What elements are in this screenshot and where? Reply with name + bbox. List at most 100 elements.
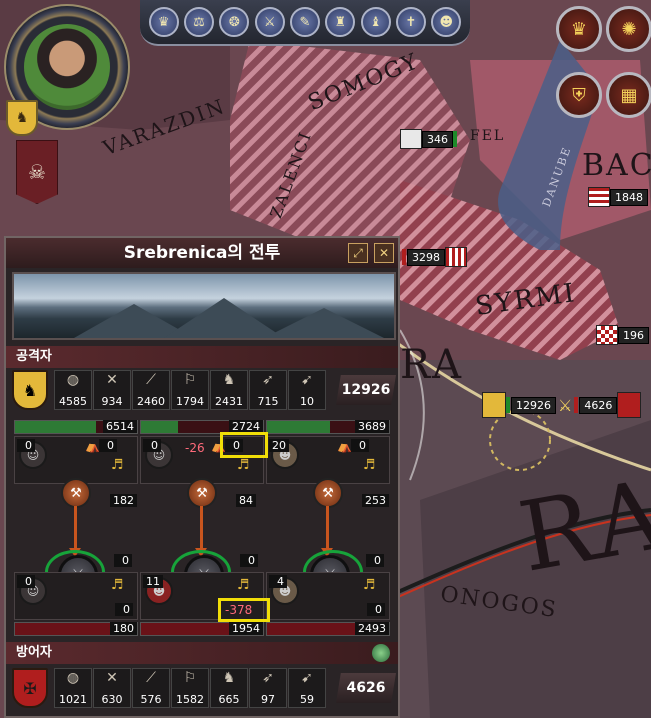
tactic-icon[interactable]: ⚒ <box>61 478 91 508</box>
pikemen-icon: ⟋ <box>146 372 156 388</box>
tent-icon: ⛺ <box>337 439 352 453</box>
trumpet-icon: ♬ <box>111 577 124 593</box>
attacker-coat-of-arms-icon[interactable]: ♞ <box>12 370 48 410</box>
hp-fill <box>141 421 178 433</box>
light-cavalry-icon: ⚐ <box>183 372 197 388</box>
trumpet-icon: ♬ <box>237 457 250 473</box>
commander-skill: 0 <box>17 439 35 452</box>
troop-count: 97 <box>261 693 275 706</box>
morale-bar <box>402 249 406 265</box>
heavy-infantry-icon: ✕ <box>106 372 118 388</box>
hp-value: 3689 <box>355 420 389 433</box>
army-flag-icon <box>596 325 618 345</box>
troop-count: 1794 <box>176 395 204 408</box>
defender-light-cavalry[interactable]: ⚐ 1582 <box>171 668 209 708</box>
defender-troop-row: ✠ ◍ 1021 ✕ 630 ⟋ 576 ⚐ 1582 ♞ 665 ➶ 97 ➹ 59 462… <box>12 668 396 708</box>
globe-icon[interactable] <box>372 644 390 662</box>
attacker-pikemen[interactable]: ⟋ 2460 <box>132 370 170 410</box>
troop-count: 1021 <box>59 693 87 706</box>
shield-icon[interactable]: ⛨ <box>556 72 602 118</box>
archers-icon: ➶ <box>262 670 274 686</box>
tactic-icon[interactable]: ⚒ <box>313 478 343 508</box>
hp-fill <box>267 421 331 433</box>
army-tag-1848[interactable]: 1848 <box>588 187 648 207</box>
map-label-fel: FEL <box>470 128 506 144</box>
defender-right-commander[interactable]: ☻ 4 0 ♬ <box>266 572 390 620</box>
map-icon[interactable]: ▦ <box>606 72 651 118</box>
tent-icon: ⛺ <box>85 439 100 453</box>
attacker-right-flank-hp: 3689 <box>266 420 390 434</box>
military-menu-button[interactable]: ⚔ <box>254 7 285 37</box>
realm-icon[interactable]: ✺ <box>606 6 651 52</box>
defender-flag-icon <box>617 392 642 418</box>
attacker-left-flank-hp: 6514 <box>14 420 138 434</box>
morale-bar <box>506 397 510 413</box>
army-strength: 196 <box>618 326 649 344</box>
map-label-ra-small: RA <box>400 342 464 388</box>
attacker-light-infantry[interactable]: ◍ 4585 <box>54 370 92 410</box>
skull-banner-icon[interactable]: ☠ <box>16 140 58 204</box>
troop-count: 934 <box>101 395 123 408</box>
hp-value: 1954 <box>229 622 263 635</box>
attacker-header: 공격자 <box>6 346 398 368</box>
defender-heavy-infantry[interactable]: ✕ 630 <box>93 668 131 708</box>
sub-value: 0 <box>351 439 369 452</box>
battle-tag[interactable]: 12926 ⚔ 4626 <box>482 392 642 418</box>
laws-menu-button[interactable]: ⚖ <box>183 7 214 37</box>
defender-left-commander[interactable]: ☺ 0 0 ♬ <box>14 572 138 620</box>
player-portrait[interactable] <box>24 24 110 110</box>
attacker-horse-archers[interactable]: ➹ 10 <box>288 370 326 410</box>
attacker-heavy-infantry[interactable]: ✕ 934 <box>93 370 131 410</box>
character-menu-button[interactable]: ♛ <box>148 7 179 37</box>
defender-light-infantry[interactable]: ◍ 1021 <box>54 668 92 708</box>
hp-value: 6514 <box>103 420 137 433</box>
tactic-value: 0 <box>366 554 384 567</box>
religion-menu-button[interactable]: ✝ <box>395 7 426 37</box>
defender-coat-of-arms-icon[interactable]: ✠ <box>12 668 48 708</box>
attacker-light-cavalry[interactable]: ⚐ 1794 <box>171 370 209 410</box>
army-tag-196[interactable]: 196 <box>596 325 649 345</box>
defender-horse-archers[interactable]: ➹ 59 <box>288 668 326 708</box>
battle-title: Srebrenica의 전투 <box>6 238 398 268</box>
close-button[interactable]: ✕ <box>374 243 394 263</box>
army-tag-346[interactable]: 346 <box>400 129 458 149</box>
troop-count: 2460 <box>137 395 165 408</box>
intrigue-menu-button[interactable]: ✎ <box>289 7 320 37</box>
defender-archers[interactable]: ➶ 97 <box>249 668 287 708</box>
crown-icon[interactable]: ♛ <box>556 6 602 52</box>
light-cavalry-icon: ⚐ <box>183 670 197 686</box>
factions-menu-button[interactable]: ♝ <box>360 7 391 37</box>
sub-value: 0 <box>367 603 385 616</box>
top-menu-bar: ♛ ⚖ ❂ ⚔ ✎ ♜ ♝ ✝ ☻ <box>140 0 470 46</box>
locate-button[interactable]: ⤢ <box>348 243 368 263</box>
flank-troops: 84 <box>236 494 256 507</box>
tactic-icon[interactable]: ⚒ <box>187 478 217 508</box>
flank-troops: 253 <box>362 494 389 507</box>
attacker-left-commander[interactable]: ☺ 0 0 ⛺ ♬ <box>14 436 138 484</box>
council-menu-button[interactable]: ❂ <box>219 7 250 37</box>
archers-icon: ➶ <box>262 372 274 388</box>
army-strength: 346 <box>422 130 453 148</box>
realm-menu-button[interactable]: ♜ <box>325 7 356 37</box>
army-tag-3298[interactable]: 3298 <box>402 247 467 267</box>
attacker-total: 12926 <box>336 375 396 405</box>
hp-value: 180 <box>110 622 137 635</box>
connector-line <box>200 506 203 550</box>
defender-knights[interactable]: ♞ 665 <box>210 668 248 708</box>
army-flag-icon <box>445 247 467 267</box>
trumpet-icon: ♬ <box>111 457 124 473</box>
troop-count: 630 <box>101 693 123 706</box>
tactic-value: 0 <box>240 554 258 567</box>
attacker-knights[interactable]: ♞ 2431 <box>210 370 248 410</box>
heavy-infantry-icon: ✕ <box>106 670 118 686</box>
defender-pikemen[interactable]: ⟋ 576 <box>132 668 170 708</box>
troop-count: 1582 <box>176 693 204 706</box>
troop-count: 665 <box>218 693 240 706</box>
attacker-archers[interactable]: ➶ 715 <box>249 370 287 410</box>
society-menu-button[interactable]: ☻ <box>431 7 462 37</box>
player-coat-of-arms-icon[interactable]: ♞ <box>6 100 38 136</box>
attacker-right-commander[interactable]: ☻ 20 0 ⛺ ♬ <box>266 436 390 484</box>
army-strength: 1848 <box>610 188 648 206</box>
light-infantry-icon: ◍ <box>66 670 80 686</box>
mountain <box>264 308 384 338</box>
